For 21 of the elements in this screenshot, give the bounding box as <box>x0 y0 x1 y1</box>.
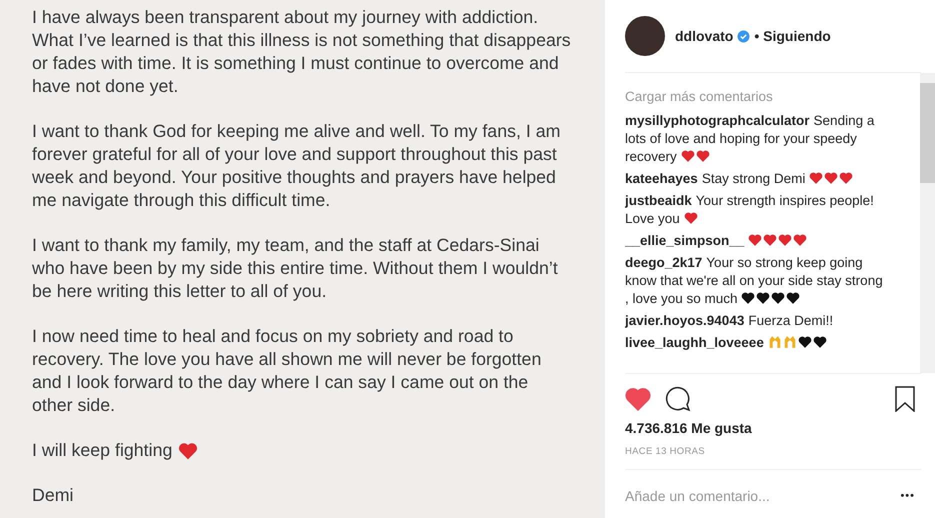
post-time: HACE 13 HORAS <box>625 446 706 457</box>
comment: justbeaidk Your strength inspires people! Love you <box>625 192 875 228</box>
comment-bubble-icon[interactable] <box>665 386 691 412</box>
comment: kateehayes Stay strong Demi <box>625 170 887 188</box>
heart-icon[interactable] <box>625 387 651 411</box>
letter-paragraph: I have always been transparent about my journey with addiction. What I’ve learned is that this illness is not something that disappears or fades with time. It is something I must continue to overcome and have not done yet. <box>32 6 572 98</box>
like-count[interactable]: 4.736.816 Me gusta <box>625 420 935 436</box>
letter-paragraph: I now need time to heal and focus on my sobriety and road to recovery. The love you have all shown me will never be forgotten and I look forward to the day where I can say I came out on the other side. <box>32 325 542 417</box>
avatar[interactable] <box>625 16 665 56</box>
letter-paragraph: I want to thank my family, my team, and the staff at Cedars-Sinai who have been by my side this entire time. Without them I wouldn’t be here writing this letter to all of you. <box>32 234 559 303</box>
comment: __ellie_simpson__ <box>625 232 887 250</box>
comment: javier.hoyos.94043 Fuerza Demi!! <box>625 312 834 330</box>
username-link[interactable]: ddlovato <box>675 28 734 44</box>
comment: livee_laughh_loveeee <box>625 334 887 352</box>
bookmark-icon[interactable] <box>895 386 915 412</box>
more-options-button[interactable]: ••• <box>900 490 915 502</box>
letter-paragraph: I will keep fighting <box>32 439 172 462</box>
scrollbar[interactable] <box>920 73 935 373</box>
follow-status[interactable]: • Siguiendo <box>754 28 831 44</box>
letter-paragraph: I want to thank God for keeping me alive and well. To my fans, I am forever grateful for all of your love and support throughout this past week and beyond. Your positive thoughts and prayers have helped me navigate through this difficult time. <box>32 120 562 212</box>
letter-signature: Demi <box>32 484 74 507</box>
